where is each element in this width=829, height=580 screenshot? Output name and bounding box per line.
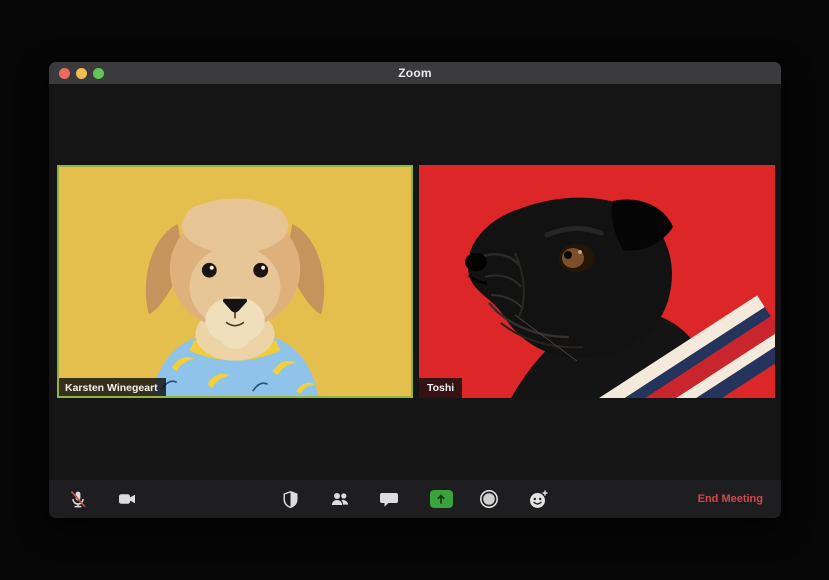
window-title: Zoom — [398, 66, 432, 80]
share-screen-icon — [429, 490, 453, 508]
meeting-toolbar: End Meeting — [49, 480, 781, 518]
microphone-muted-icon — [70, 491, 86, 508]
participants-icon — [331, 493, 349, 505]
zoom-window: Zoom Karsten Winegeart Toshi End Meeting — [49, 62, 781, 518]
video-tile-karsten-winegeart[interactable]: Karsten Winegeart — [57, 165, 413, 398]
stop-video-button[interactable] — [115, 487, 139, 511]
reactions-button[interactable] — [526, 487, 550, 511]
security-button[interactable] — [278, 487, 302, 511]
dog-video-karsten — [145, 198, 325, 396]
video-camera-icon — [119, 494, 135, 504]
security-shield-icon — [283, 490, 297, 508]
end-meeting-button[interactable]: End Meeting — [698, 480, 763, 518]
chat-icon — [380, 493, 398, 507]
video-tile-toshi[interactable]: Toshi — [419, 165, 775, 398]
reactions-icon — [529, 489, 548, 508]
participants-button[interactable] — [328, 487, 352, 511]
share-screen-button[interactable] — [429, 487, 453, 511]
record-button[interactable] — [477, 487, 501, 511]
participant-name-label: Toshi — [419, 378, 463, 398]
dog-video-toshi — [465, 197, 775, 398]
titlebar: Zoom — [49, 62, 781, 84]
mute-button[interactable] — [66, 487, 90, 511]
chat-button[interactable] — [377, 487, 401, 511]
record-icon — [480, 490, 498, 508]
video-stage: Karsten Winegeart Toshi — [49, 84, 781, 480]
participant-name-label: Karsten Winegeart — [59, 378, 166, 396]
